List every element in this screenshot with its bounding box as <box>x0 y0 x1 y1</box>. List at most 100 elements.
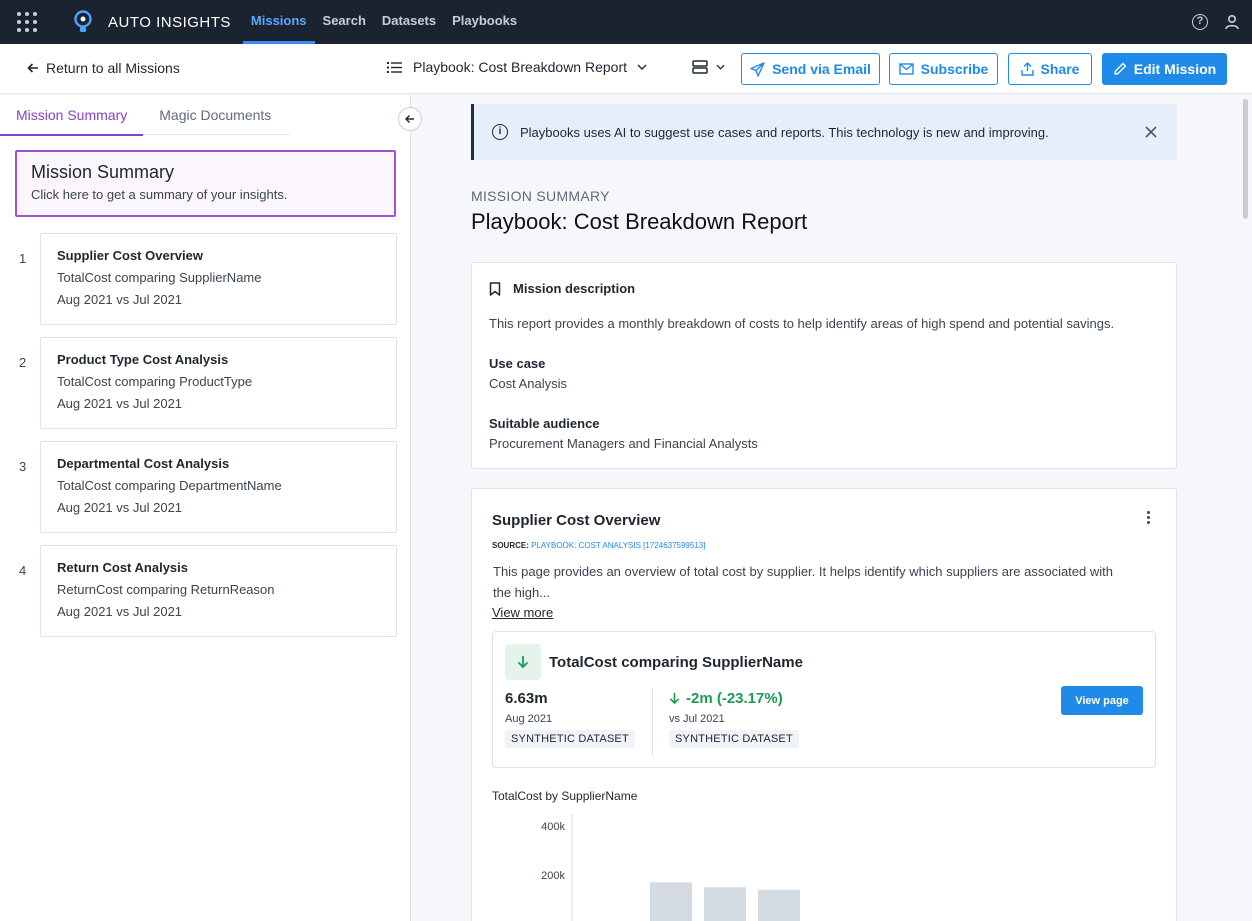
send-icon <box>750 61 765 77</box>
subscribe-button[interactable]: Subscribe <box>889 53 998 85</box>
edit-mission-button[interactable]: Edit Mission <box>1102 53 1227 85</box>
arrow-down-icon <box>517 656 529 669</box>
y-tick-label: 200k <box>541 870 565 882</box>
info-icon: i <box>492 124 508 140</box>
more-options-icon[interactable] <box>1147 511 1150 524</box>
collapse-panel-button[interactable] <box>398 107 422 131</box>
help-icon[interactable]: ? <box>1192 14 1208 30</box>
nav-datasets[interactable]: Datasets <box>374 0 444 44</box>
main-nav: Missions Search Datasets Playbooks <box>242 0 525 44</box>
dataset-tag: SYNTHETIC DATASET <box>669 730 799 748</box>
dataset-tag: SYNTHETIC DATASET <box>505 730 635 748</box>
ai-notice-banner: i Playbooks uses AI to suggest use cases… <box>471 104 1177 160</box>
metric-value: 6.63m <box>505 690 548 707</box>
tab-magic-documents[interactable]: Magic Documents <box>143 95 287 135</box>
arrow-left-icon <box>27 63 38 73</box>
summary-card-title: Mission Summary <box>31 162 175 182</box>
nav-playbooks[interactable]: Playbooks <box>444 0 525 44</box>
brand-logo[interactable]: AUTO INSIGHTS <box>72 10 231 34</box>
section-description: This page provides an overview of total … <box>493 561 1153 603</box>
bar-chart: 400k 200k <box>541 814 800 921</box>
top-nav-bar: AUTO INSIGHTS Missions Search Datasets P… <box>0 0 1252 44</box>
share-button[interactable]: Share <box>1008 53 1092 85</box>
left-panel: Mission Summary Magic Documents Mission … <box>0 95 411 921</box>
left-tabs: Mission Summary Magic Documents <box>0 95 290 136</box>
y-tick-label: 400k <box>541 821 565 833</box>
subscribe-label: Subscribe <box>920 61 989 77</box>
send-via-email-button[interactable]: Send via Email <box>741 53 880 85</box>
view-page-button[interactable]: View page <box>1061 686 1143 715</box>
list-item: 4 Return Cost Analysis ReturnCost compar… <box>0 545 411 637</box>
item-number: 1 <box>19 251 27 266</box>
description-text: This report provides a monthly breakdown… <box>489 316 1115 331</box>
item-title: Supplier Cost Overview <box>57 248 203 263</box>
current-metric: 6.63m Aug 2021 SYNTHETIC DATASET <box>505 690 635 748</box>
source-line: SOURCE: PLAYBOOK: COST ANALYSIS [1724637… <box>492 541 705 550</box>
mission-summary-card[interactable]: Mission Summary Click here to get a summ… <box>15 150 396 217</box>
nav-missions[interactable]: Missions <box>242 0 315 44</box>
insight-card: TotalCost comparing SupplierName 6.63m A… <box>492 631 1156 768</box>
page-title: Playbook: Cost Breakdown Report <box>471 209 808 234</box>
divider <box>652 688 653 756</box>
playbook-selector-label: Playbook: Cost Breakdown Report <box>413 59 627 75</box>
chevron-down-icon <box>716 64 725 70</box>
playbook-selector[interactable]: Playbook: Cost Breakdown Report <box>387 59 647 75</box>
page-eyebrow: MISSION SUMMARY <box>471 188 610 204</box>
chart-title: TotalCost by SupplierName <box>492 789 638 803</box>
list-item: 2 Product Type Cost Analysis TotalCost c… <box>0 337 411 429</box>
section-description-line: the high... <box>493 585 551 600</box>
audience-label: Suitable audience <box>489 416 600 431</box>
brand-name: AUTO INSIGHTS <box>108 13 231 31</box>
item-title: Return Cost Analysis <box>57 560 188 575</box>
view-more-link[interactable]: View more <box>492 605 553 620</box>
mission-toolbar: Return to all Missions Playbook: Cost Br… <box>0 44 1252 94</box>
layout-icon <box>692 60 708 74</box>
close-icon[interactable] <box>1145 126 1157 138</box>
item-metric: TotalCost comparing ProductType <box>57 374 253 389</box>
chart-bar[interactable] <box>704 887 746 921</box>
item-title: Product Type Cost Analysis <box>57 352 229 367</box>
mission-description-card: Mission description This report provides… <box>471 262 1177 469</box>
item-period: Aug 2021 vs Jul 2021 <box>57 396 183 411</box>
share-label: Share <box>1040 61 1080 77</box>
audience-value: Procurement Managers and Financial Analy… <box>489 436 758 451</box>
lightbulb-icon <box>74 10 92 32</box>
delta-value: -2m (-23.17%) <box>686 690 783 707</box>
banner-text: Playbooks uses AI to suggest use cases a… <box>520 124 1049 140</box>
chart-bar[interactable] <box>650 882 692 921</box>
user-icon[interactable] <box>1224 14 1240 30</box>
delta-metric: -2m (-23.17%) vs Jul 2021 SYNTHETIC DATA… <box>669 690 799 748</box>
tab-mission-summary[interactable]: Mission Summary <box>0 95 144 136</box>
scrollbar[interactable] <box>1243 99 1248 219</box>
trend-down-badge <box>505 644 541 680</box>
app-launcher-icon[interactable] <box>0 0 54 44</box>
mail-icon <box>898 63 914 75</box>
list-item: 3 Departmental Cost Analysis TotalCost c… <box>0 441 411 533</box>
chart-bar[interactable] <box>758 889 800 921</box>
arrow-left-icon <box>405 115 414 123</box>
list-item: 1 Supplier Cost Overview TotalCost compa… <box>0 233 411 325</box>
metric-period: Aug 2021 <box>505 713 553 725</box>
summary-card-subtitle: Click here to get a summary of your insi… <box>31 187 288 202</box>
section-description-line: This page provides an overview of total … <box>493 564 1113 579</box>
arrow-down-icon <box>669 693 680 705</box>
source-label: SOURCE: <box>492 541 529 550</box>
nav-search[interactable]: Search <box>315 0 374 44</box>
mission-page-card[interactable]: Supplier Cost Overview TotalCost compari… <box>40 233 397 325</box>
description-header: Mission description <box>513 281 636 296</box>
chevron-down-icon <box>637 64 647 70</box>
return-to-missions-link[interactable]: Return to all Missions <box>26 60 180 76</box>
main-content: i Playbooks uses AI to suggest use cases… <box>412 95 1252 921</box>
item-metric: TotalCost comparing DepartmentName <box>57 478 282 493</box>
mission-page-card[interactable]: Departmental Cost Analysis TotalCost com… <box>40 441 397 533</box>
section-title: Supplier Cost Overview <box>492 512 661 529</box>
mission-page-card[interactable]: Product Type Cost Analysis TotalCost com… <box>40 337 397 429</box>
source-link[interactable]: PLAYBOOK: COST ANALYSIS [1724637599513] <box>531 541 705 550</box>
bookmark-icon <box>489 281 501 296</box>
share-icon <box>1020 62 1034 76</box>
item-period: Aug 2021 vs Jul 2021 <box>57 500 183 515</box>
layout-toggle[interactable] <box>692 60 725 74</box>
item-number: 2 <box>19 355 27 370</box>
item-title: Departmental Cost Analysis <box>57 456 230 471</box>
mission-page-card[interactable]: Return Cost Analysis ReturnCost comparin… <box>40 545 397 637</box>
